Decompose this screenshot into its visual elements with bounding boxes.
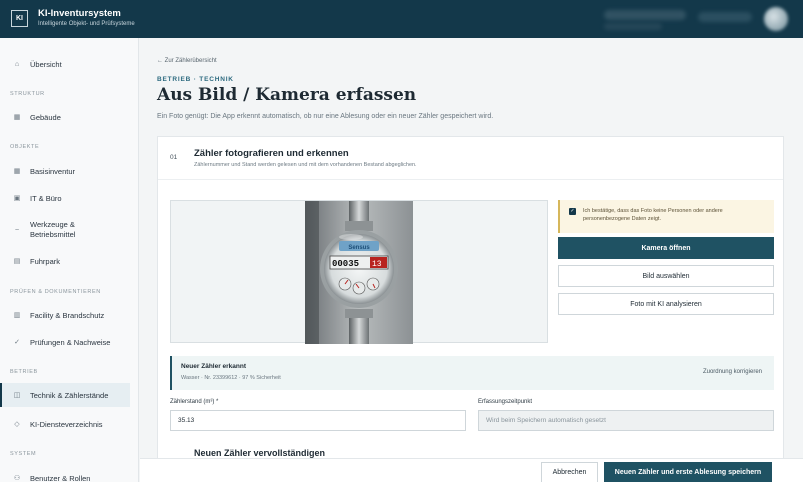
sidebar-item-label: Basisinventur (30, 166, 76, 176)
consent-text: Ich bestätige, dass das Foto keine Perso… (583, 208, 723, 222)
sidebar-item-label: Facility & Brandschutz (30, 310, 105, 320)
timestamp-field: Wird beim Speichern automatisch gesetzt (478, 410, 774, 431)
action-footer: Abbrechen Neuen Zähler und erste Ablesun… (140, 458, 803, 482)
sidebar-item-ki-dienste[interactable]: ◇ KI-Diensteverzeichnis (0, 417, 130, 431)
home-icon: ⌂ (14, 60, 20, 68)
grid-icon: ▦ (13, 168, 21, 175)
sidebar-item-label: Übersicht (30, 59, 62, 69)
sidebar-item-label: Prüfungen & Nachweise (30, 337, 111, 347)
correct-assignment-link[interactable]: Zuordnung korrigieren (703, 369, 762, 375)
sidebar: ⌂ Übersicht STRUKTUR ▦ Gebäude OBJEKTE ▦… (0, 38, 139, 482)
detection-title: Neuer Zähler erkannt (181, 363, 247, 370)
reading-label: Zählerstand (m³) * (170, 399, 219, 405)
sidebar-item-basisinventur[interactable]: ▦ Basisinventur (0, 164, 130, 178)
users-icon: ⚇ (13, 475, 21, 482)
meter-counter-text: 00035 (332, 259, 359, 269)
facility-icon: ▥ (13, 312, 21, 319)
breadcrumb: BETRIEB · TECHNIK (157, 76, 234, 83)
app-title: KI-Inventursystem (38, 8, 121, 19)
sidebar-item-gebaeude[interactable]: ▦ Gebäude (0, 110, 130, 124)
sidebar-item-fuhrpark[interactable]: ▤ Fuhrpark (0, 254, 130, 268)
building-icon: ▦ (13, 114, 21, 121)
vehicle-icon: ▤ (13, 258, 21, 265)
save-meter-button[interactable]: Neuen Zähler und erste Ablesung speicher… (604, 462, 772, 482)
consent-notice: ✓ Ich bestätige, dass das Foto keine Per… (558, 200, 774, 233)
page-title: Aus Bild / Kamera erfassen (157, 85, 417, 105)
sidebar-item-technik[interactable]: ◫ Technik & Zählerstände (0, 383, 130, 407)
consent-checkbox[interactable]: ✓ (569, 208, 576, 215)
sidebar-item-label: Benutzer & Rollen (30, 473, 91, 482)
step-number: 01 (170, 154, 178, 161)
select-image-button[interactable]: Bild auswählen (558, 265, 774, 287)
sidebar-item-label: Technik & Zählerstände (30, 390, 109, 400)
next-step-title: Neuen Zähler vervollständigen (194, 448, 326, 458)
user-name-blurred (604, 10, 686, 20)
sidebar-item-label-line2: Betriebsmittel (30, 230, 76, 239)
timestamp-label: Erfassungszeitpunkt (478, 399, 533, 405)
app-subtitle: Intelligente Objekt- und Prüfsysteme (38, 21, 135, 27)
meter-fraction-text: 13 (372, 260, 382, 269)
user-role-blurred (604, 23, 662, 30)
sidebar-item-overview[interactable]: ⌂ Übersicht (0, 57, 130, 71)
cancel-button[interactable]: Abbrechen (541, 462, 598, 482)
capture-card: 01 Zähler fotografieren und erkennen Zäh… (157, 136, 784, 482)
sidebar-section-betrieb: BETRIEB (10, 369, 38, 375)
sidebar-item-label: Werkzeuge & Betriebsmittel (30, 220, 75, 240)
app-header: KI KI-Inventursystem Intelligente Objekt… (0, 0, 803, 38)
detection-result: Neuer Zähler erkannt Wasser · Nr. 233996… (170, 356, 774, 390)
sidebar-item-benutzer[interactable]: ⚇ Benutzer & Rollen (0, 471, 130, 482)
check-icon: ✓ (14, 339, 20, 346)
sidebar-item-label: Gebäude (30, 112, 61, 122)
avatar[interactable] (764, 7, 788, 31)
meter-photo: Sensus 00035 13 (305, 201, 413, 344)
step-subtitle: Zählernummer und Stand werden gelesen un… (194, 162, 417, 168)
user-info-blurred (698, 12, 752, 22)
meter-icon: ◫ (13, 392, 21, 399)
detection-details: Wasser · Nr. 23399612 · 97 % Sicherheit (181, 375, 281, 381)
sidebar-item-werkzeuge[interactable]: ~ Werkzeuge & Betriebsmittel (0, 218, 130, 242)
sidebar-item-it-buero[interactable]: ▣ IT & Büro (0, 191, 130, 205)
sidebar-section-struktur: STRUKTUR (10, 91, 45, 97)
page-description: Ein Foto genügt: Die App erkennt automat… (157, 113, 494, 120)
sidebar-section-objekte: OBJEKTE (10, 144, 40, 150)
back-link[interactable]: ← Zur Zählerübersicht (157, 58, 217, 64)
photo-preview: Sensus 00035 13 (170, 200, 548, 344)
sidebar-section-pruefen: PRÜFEN & DOKUMENTIEREN (10, 289, 101, 295)
step-title: Zähler fotografieren und erkennen (194, 148, 349, 159)
step-header: 01 Zähler fotografieren und erkennen Zäh… (158, 137, 783, 180)
sidebar-item-label: Fuhrpark (30, 256, 61, 266)
sidebar-item-pruefungen[interactable]: ✓ Prüfungen & Nachweise (0, 335, 130, 349)
main-content: ← Zur Zählerübersicht BETRIEB · TECHNIK … (140, 38, 803, 482)
sidebar-section-system: SYSTEM (10, 451, 37, 457)
meter-brand-text: Sensus (348, 245, 370, 251)
open-camera-button[interactable]: Kamera öffnen (558, 237, 774, 259)
sidebar-item-label-line1: Werkzeuge & (30, 220, 75, 229)
diamond-icon: ◇ (14, 421, 20, 428)
sidebar-item-facility[interactable]: ▥ Facility & Brandschutz (0, 308, 130, 322)
sidebar-item-label: KI-Diensteverzeichnis (30, 419, 103, 429)
app-logo[interactable]: KI (11, 10, 28, 27)
sidebar-item-label: IT & Büro (30, 193, 62, 203)
tool-icon: ~ (14, 226, 20, 234)
monitor-icon: ▣ (13, 195, 21, 202)
analyze-photo-button[interactable]: Foto mit KI analysieren (558, 293, 774, 315)
reading-input[interactable]: 35.13 (170, 410, 466, 431)
